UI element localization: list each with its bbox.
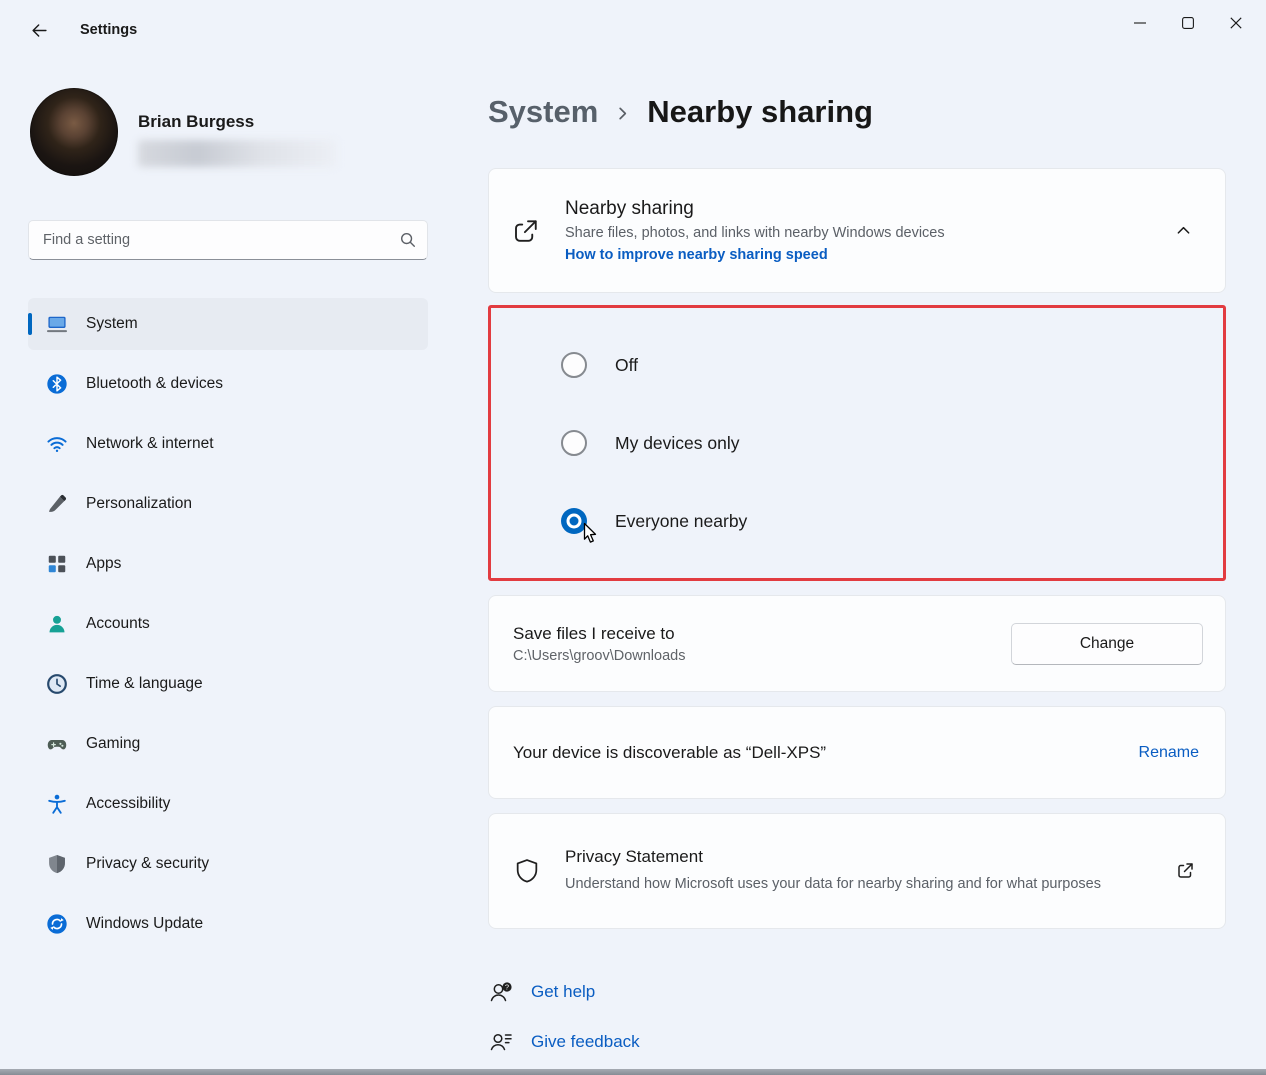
- chevron-up-icon: [1176, 223, 1191, 238]
- search-box: [28, 220, 428, 260]
- maximize-button[interactable]: [1164, 0, 1212, 46]
- system-icon: [46, 313, 68, 335]
- sidebar-item-label: Bluetooth & devices: [86, 375, 223, 393]
- sidebar-item-label: Personalization: [86, 495, 192, 513]
- give-feedback-label: Give feedback: [531, 1032, 640, 1052]
- window-controls: [1116, 0, 1260, 46]
- save-files-label: Save files I receive to: [513, 624, 1011, 644]
- avatar[interactable]: [30, 88, 118, 176]
- settings-window: Settings Brian Burgess: [0, 0, 1266, 1075]
- sidebar-item-label: Time & language: [86, 675, 203, 693]
- sidebar-item-accounts[interactable]: Accounts: [28, 598, 428, 650]
- minimize-icon: [1134, 17, 1146, 29]
- nearby-sharing-description: Share files, photos, and links with near…: [565, 225, 1163, 241]
- sharing-options-annotation-box: Off My devices only Everyone nearby: [488, 305, 1226, 581]
- sidebar-nav: System Bluetooth & devices Network & int…: [28, 298, 428, 958]
- change-button[interactable]: Change: [1011, 623, 1203, 665]
- titlebar: Settings: [0, 0, 1266, 60]
- sidebar-item-gaming[interactable]: Gaming: [28, 718, 428, 770]
- user-name: Brian Burgess: [138, 112, 254, 132]
- breadcrumb: System Nearby sharing: [488, 92, 1226, 132]
- sidebar-item-accessibility[interactable]: Accessibility: [28, 778, 428, 830]
- share-icon: [511, 216, 541, 246]
- privacy-security-icon: [46, 853, 68, 875]
- get-help-icon: ?: [488, 979, 514, 1005]
- give-feedback-link[interactable]: Give feedback: [488, 1025, 640, 1059]
- page-title: Nearby sharing: [647, 94, 873, 130]
- main-content: System Nearby sharing Nearby sharing Sha…: [458, 60, 1266, 1075]
- sidebar-item-label: Gaming: [86, 735, 140, 753]
- sidebar-item-label: Apps: [86, 555, 121, 573]
- sidebar-item-label: Network & internet: [86, 435, 214, 453]
- sidebar-item-personalization[interactable]: Personalization: [28, 478, 428, 530]
- selected-accent-bar: [28, 313, 32, 335]
- breadcrumb-parent[interactable]: System: [488, 94, 598, 130]
- windows-update-icon: [46, 913, 68, 935]
- radio-label: Off: [615, 355, 638, 376]
- back-button[interactable]: [20, 13, 58, 47]
- radio-option-my-devices-only[interactable]: My devices only: [561, 422, 1223, 464]
- improve-speed-link[interactable]: How to improve nearby sharing speed: [565, 247, 828, 263]
- footer-links: ? Get help Give feedback: [488, 975, 1226, 1059]
- close-button[interactable]: [1212, 0, 1260, 46]
- privacy-statement-text: Privacy Statement Understand how Microso…: [565, 847, 1150, 895]
- accounts-icon: [46, 613, 68, 635]
- discoverable-card: Your device is discoverable as “Dell-XPS…: [488, 706, 1226, 799]
- accessibility-icon: [46, 793, 68, 815]
- minimize-button[interactable]: [1116, 0, 1164, 46]
- apps-icon: [46, 553, 68, 575]
- sidebar-item-label: Windows Update: [86, 915, 203, 933]
- radio-option-off[interactable]: Off: [561, 344, 1223, 386]
- network-icon: [46, 433, 68, 455]
- sidebar-item-network-internet[interactable]: Network & internet: [28, 418, 428, 470]
- get-help-link[interactable]: ? Get help: [488, 975, 595, 1009]
- radio-label: Everyone nearby: [615, 511, 747, 532]
- maximize-icon: [1182, 17, 1194, 29]
- sidebar-item-label: Accounts: [86, 615, 150, 633]
- radio-option-everyone-nearby[interactable]: Everyone nearby: [561, 500, 1223, 542]
- sidebar-item-apps[interactable]: Apps: [28, 538, 428, 590]
- radio-button-everyone-nearby[interactable]: [561, 508, 587, 534]
- sidebar-item-label: Accessibility: [86, 795, 170, 813]
- user-email-redacted: [138, 140, 336, 167]
- give-feedback-icon: [488, 1029, 514, 1055]
- nearby-sharing-card[interactable]: Nearby sharing Share files, photos, and …: [488, 168, 1226, 293]
- search-input[interactable]: [28, 220, 428, 260]
- sidebar-item-privacy-security[interactable]: Privacy & security: [28, 838, 428, 890]
- window-bottom-edge: [0, 1069, 1266, 1075]
- radio-button-off[interactable]: [561, 352, 587, 378]
- gaming-icon: [46, 733, 68, 755]
- rename-link[interactable]: Rename: [1139, 744, 1199, 762]
- collapse-expander-button[interactable]: [1163, 213, 1203, 249]
- bluetooth-icon: [46, 373, 68, 395]
- close-icon: [1230, 17, 1242, 29]
- svg-text:?: ?: [505, 983, 509, 992]
- sidebar: Brian Burgess System Bluetooth & devices: [0, 60, 458, 1075]
- breadcrumb-chevron-icon: [615, 106, 630, 121]
- save-files-path: C:\Users\groov\Downloads: [513, 648, 1011, 664]
- external-link-icon[interactable]: [1169, 855, 1201, 887]
- app-title: Settings: [80, 22, 137, 38]
- nearby-sharing-title: Nearby sharing: [565, 198, 1163, 220]
- radio-button-my-devices-only[interactable]: [561, 430, 587, 456]
- shield-outline-icon: [513, 857, 541, 885]
- nearby-sharing-text: Nearby sharing Share files, photos, and …: [565, 198, 1163, 264]
- time-language-icon: [46, 673, 68, 695]
- sidebar-item-system[interactable]: System: [28, 298, 428, 350]
- discoverable-text: Your device is discoverable as “Dell-XPS…: [513, 743, 1139, 763]
- sidebar-item-label: Privacy & security: [86, 855, 209, 873]
- back-arrow-icon: [31, 22, 48, 39]
- sidebar-item-bluetooth-devices[interactable]: Bluetooth & devices: [28, 358, 428, 410]
- privacy-statement-card[interactable]: Privacy Statement Understand how Microso…: [488, 813, 1226, 929]
- get-help-label: Get help: [531, 982, 595, 1002]
- personalization-icon: [46, 493, 68, 515]
- privacy-statement-title: Privacy Statement: [565, 847, 1150, 867]
- save-files-text: Save files I receive to C:\Users\groov\D…: [513, 624, 1011, 664]
- privacy-statement-description: Understand how Microsoft uses your data …: [565, 873, 1150, 895]
- save-files-card: Save files I receive to C:\Users\groov\D…: [488, 595, 1226, 692]
- sidebar-item-label: System: [86, 315, 138, 333]
- radio-label: My devices only: [615, 433, 740, 454]
- sidebar-item-time-language[interactable]: Time & language: [28, 658, 428, 710]
- sidebar-item-windows-update[interactable]: Windows Update: [28, 898, 428, 950]
